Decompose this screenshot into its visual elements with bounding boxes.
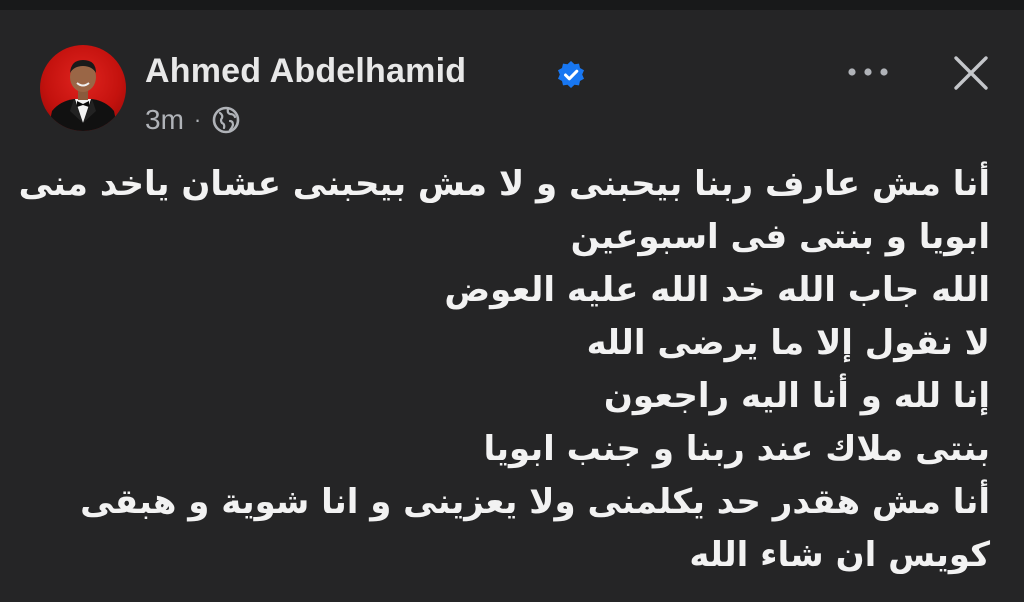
- more-options-button[interactable]: [840, 54, 896, 90]
- post-body-line: الله جاب الله خد الله عليه العوض: [444, 270, 990, 310]
- post-body-line: لا نقول إلا ما يرضى الله: [586, 323, 990, 363]
- more-horizontal-icon: [848, 68, 888, 76]
- post-body: أنا مش عارف ربنا بيحبنى و لا مش بيحبنى ع…: [18, 158, 990, 582]
- author-name[interactable]: Ahmed Abdelhamid: [145, 52, 466, 91]
- close-icon: [954, 56, 988, 90]
- profile-photo-icon: [48, 60, 118, 131]
- post-body-line: أنا مش هقدر حد يكلمنى ولا يعزينى و انا ش…: [80, 482, 990, 522]
- post-body-line: أنا مش عارف ربنا بيحبنى و لا مش بيحبنى ع…: [18, 164, 990, 204]
- avatar[interactable]: [40, 45, 126, 131]
- meta-separator: ·: [193, 107, 202, 132]
- globe-icon[interactable]: [211, 105, 241, 135]
- timestamp[interactable]: 3m: [145, 104, 184, 136]
- verified-badge-icon: [558, 61, 584, 88]
- post-body-line: ابويا و بنتى فى اسبوعين: [570, 217, 990, 257]
- post-body-line: إنا لله و أنا اليه راجعون: [603, 376, 990, 416]
- post-body-line: كويس ان شاء الله: [689, 535, 990, 575]
- post-body-line: بنتى ملاك عند ربنا و جنب ابويا: [483, 429, 990, 469]
- top-divider: [0, 0, 1024, 10]
- close-button[interactable]: [948, 50, 994, 96]
- post-meta: 3m ·: [145, 102, 241, 138]
- facebook-post: Ahmed Abdelhamid 3m · أنا مش عارف ربنا ب…: [0, 0, 1024, 602]
